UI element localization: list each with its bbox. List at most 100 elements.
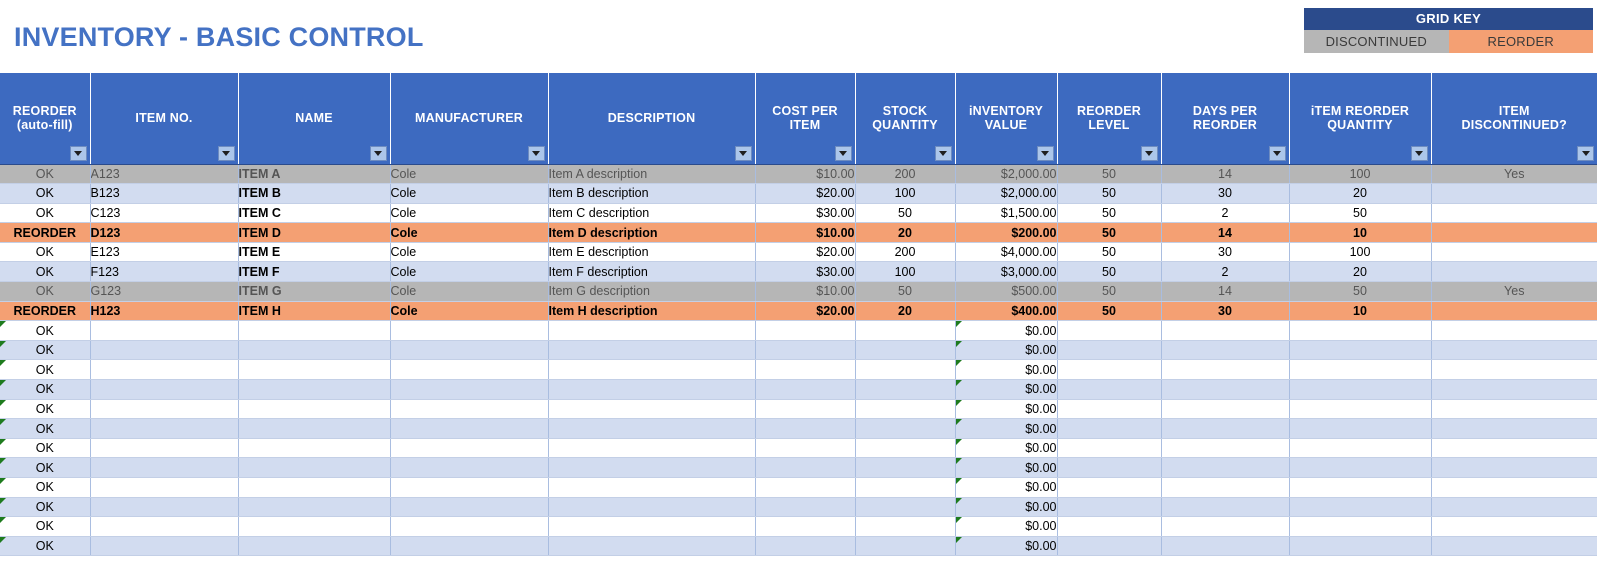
cell-reorder-level[interactable] — [1057, 380, 1161, 400]
cell-item-name[interactable]: ITEM E — [238, 242, 390, 262]
cell-stock-quantity[interactable]: 200 — [855, 164, 955, 184]
cell-item-reorder-quantity[interactable] — [1289, 380, 1431, 400]
cell-description[interactable] — [548, 497, 755, 517]
table-row[interactable]: OK $0.00 — [0, 536, 1597, 556]
cell-item-discontinued[interactable] — [1431, 360, 1597, 380]
cell-item-reorder-quantity[interactable] — [1289, 438, 1431, 458]
cell-reorder-status[interactable]: REORDER — [0, 223, 90, 243]
cell-item-discontinued[interactable] — [1431, 242, 1597, 262]
cell-cost-per-item[interactable] — [755, 478, 855, 498]
cell-item-discontinued[interactable] — [1431, 517, 1597, 537]
cell-reorder-status[interactable]: OK — [0, 399, 90, 419]
cell-description[interactable] — [548, 360, 755, 380]
filter-dropdown-icon[interactable] — [935, 146, 952, 161]
table-row[interactable]: REORDERH123ITEM HColeItem H description$… — [0, 301, 1597, 321]
cell-item-name[interactable] — [238, 340, 390, 360]
cell-item-reorder-quantity[interactable] — [1289, 517, 1431, 537]
cell-reorder-status[interactable]: OK — [0, 282, 90, 302]
filter-dropdown-icon[interactable] — [1037, 146, 1054, 161]
cell-item-no[interactable] — [90, 536, 238, 556]
cell-days-per-reorder[interactable]: 14 — [1161, 223, 1289, 243]
table-row[interactable]: OKF123ITEM FColeItem F description$30.00… — [0, 262, 1597, 282]
cell-days-per-reorder[interactable] — [1161, 458, 1289, 478]
cell-item-discontinued[interactable]: Yes — [1431, 282, 1597, 302]
cell-description[interactable]: Item B description — [548, 184, 755, 204]
cell-manufacturer[interactable] — [390, 458, 548, 478]
cell-inventory-value[interactable]: $0.00 — [955, 399, 1057, 419]
cell-item-reorder-quantity[interactable] — [1289, 340, 1431, 360]
cell-item-no[interactable]: E123 — [90, 242, 238, 262]
cell-item-reorder-quantity[interactable] — [1289, 399, 1431, 419]
cell-item-reorder-quantity[interactable]: 100 — [1289, 164, 1431, 184]
cell-cost-per-item[interactable] — [755, 458, 855, 478]
filter-dropdown-icon[interactable] — [370, 146, 387, 161]
cell-item-no[interactable] — [90, 360, 238, 380]
cell-item-no[interactable]: H123 — [90, 301, 238, 321]
cell-inventory-value[interactable]: $2,000.00 — [955, 164, 1057, 184]
cell-reorder-level[interactable]: 50 — [1057, 282, 1161, 302]
cell-reorder-level[interactable] — [1057, 340, 1161, 360]
cell-item-reorder-quantity[interactable] — [1289, 478, 1431, 498]
cell-reorder-status[interactable]: OK — [0, 164, 90, 184]
cell-description[interactable] — [548, 419, 755, 439]
cell-stock-quantity[interactable]: 100 — [855, 262, 955, 282]
cell-inventory-value[interactable]: $0.00 — [955, 419, 1057, 439]
cell-item-reorder-quantity[interactable]: 50 — [1289, 282, 1431, 302]
cell-cost-per-item[interactable] — [755, 517, 855, 537]
table-row[interactable]: REORDERD123ITEM DColeItem D description$… — [0, 223, 1597, 243]
cell-manufacturer[interactable]: Cole — [390, 223, 548, 243]
cell-description[interactable] — [548, 458, 755, 478]
table-row[interactable]: OKA123ITEM AColeItem A description$10.00… — [0, 164, 1597, 184]
cell-cost-per-item[interactable] — [755, 536, 855, 556]
cell-days-per-reorder[interactable] — [1161, 517, 1289, 537]
cell-cost-per-item[interactable]: $30.00 — [755, 262, 855, 282]
cell-item-no[interactable] — [90, 517, 238, 537]
cell-reorder-level[interactable]: 50 — [1057, 203, 1161, 223]
cell-reorder-level[interactable] — [1057, 497, 1161, 517]
table-row[interactable]: OKB123ITEM BColeItem B description$20.00… — [0, 184, 1597, 204]
table-row[interactable]: OK$0.00 — [0, 478, 1597, 498]
cell-cost-per-item[interactable]: $10.00 — [755, 164, 855, 184]
cell-reorder-status[interactable]: OK — [0, 536, 90, 556]
cell-stock-quantity[interactable]: 100 — [855, 184, 955, 204]
table-row[interactable]: OK$0.00 — [0, 438, 1597, 458]
cell-cost-per-item[interactable]: $20.00 — [755, 184, 855, 204]
cell-item-no[interactable] — [90, 380, 238, 400]
cell-stock-quantity[interactable] — [855, 419, 955, 439]
cell-reorder-status[interactable]: OK — [0, 360, 90, 380]
cell-description[interactable]: Item F description — [548, 262, 755, 282]
cell-days-per-reorder[interactable] — [1161, 321, 1289, 341]
cell-item-discontinued[interactable] — [1431, 458, 1597, 478]
cell-description[interactable] — [548, 536, 755, 556]
cell-item-name[interactable] — [238, 399, 390, 419]
cell-item-name[interactable]: ITEM B — [238, 184, 390, 204]
cell-days-per-reorder[interactable]: 30 — [1161, 184, 1289, 204]
cell-item-name[interactable] — [238, 478, 390, 498]
cell-manufacturer[interactable]: Cole — [390, 203, 548, 223]
cell-reorder-level[interactable] — [1057, 536, 1161, 556]
cell-days-per-reorder[interactable] — [1161, 340, 1289, 360]
cell-days-per-reorder[interactable] — [1161, 536, 1289, 556]
cell-item-reorder-quantity[interactable]: 20 — [1289, 262, 1431, 282]
cell-item-name[interactable] — [238, 380, 390, 400]
cell-item-reorder-quantity[interactable]: 10 — [1289, 223, 1431, 243]
cell-item-discontinued[interactable] — [1431, 203, 1597, 223]
cell-manufacturer[interactable] — [390, 340, 548, 360]
cell-inventory-value[interactable]: $0.00 — [955, 360, 1057, 380]
cell-inventory-value[interactable]: $4,000.00 — [955, 242, 1057, 262]
cell-reorder-level[interactable]: 50 — [1057, 242, 1161, 262]
cell-inventory-value[interactable]: $0.00 — [955, 536, 1057, 556]
cell-cost-per-item[interactable] — [755, 497, 855, 517]
cell-item-name[interactable] — [238, 517, 390, 537]
cell-stock-quantity[interactable]: 200 — [855, 242, 955, 262]
cell-cost-per-item[interactable] — [755, 438, 855, 458]
cell-inventory-value[interactable]: $400.00 — [955, 301, 1057, 321]
cell-reorder-status[interactable]: OK — [0, 340, 90, 360]
cell-description[interactable] — [548, 321, 755, 341]
cell-stock-quantity[interactable] — [855, 380, 955, 400]
cell-inventory-value[interactable]: $0.00 — [955, 497, 1057, 517]
table-row[interactable]: OK$0.00 — [0, 517, 1597, 537]
cell-days-per-reorder[interactable]: 30 — [1161, 301, 1289, 321]
cell-item-name[interactable] — [238, 438, 390, 458]
cell-manufacturer[interactable]: Cole — [390, 164, 548, 184]
